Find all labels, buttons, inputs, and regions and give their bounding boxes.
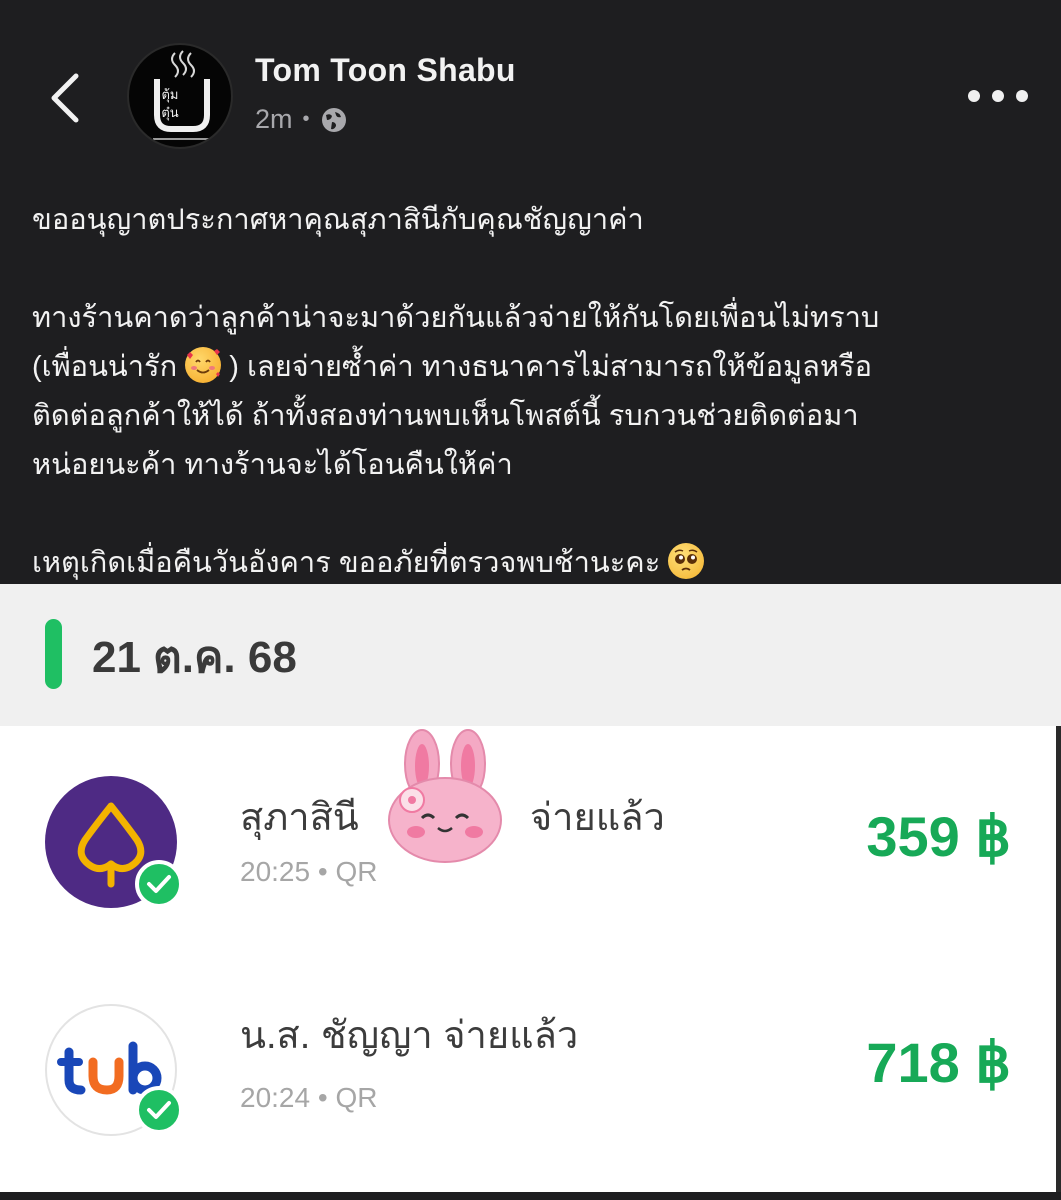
payment-method: QR (335, 856, 378, 887)
post-paragraph: ขออนุญาตประกาศหาคุณสุภาสินีกับคุณชัญญาค่… (32, 204, 644, 236)
date-accent-bar (45, 619, 62, 689)
bunny-sticker-icon (388, 729, 502, 863)
page-name[interactable]: Tom Toon Shabu (255, 52, 516, 89)
post-line: ทางร้านคาดว่าลูกค้าน่าจะมาด้วยกันแล้วจ่า… (32, 302, 880, 334)
back-button[interactable] (40, 68, 90, 128)
post-line: (เพื่อนน่ารัก ) เลยจ่ายซ้ำค่า ทางธนาคารไ… (32, 343, 1032, 392)
check-icon (135, 1086, 183, 1134)
payment-status: จ่ายแล้ว (529, 797, 665, 839)
more-options-button[interactable] (968, 80, 1028, 112)
facebook-post: ตุ้ม ตุ๋น Tom Toon Shabu 2m • ขออนุญาตปร… (0, 0, 1061, 584)
post-line: ติดต่อลูกค้าให้ได้ ถ้าทั้งสองท่านพบเห็นโ… (32, 400, 859, 432)
transaction-amount: 718 ฿ (866, 1031, 1011, 1094)
transaction-row[interactable]: สุภาสินี จ่ายแล้ว 20:25 • QR 359 ฿ (0, 726, 1061, 958)
transaction-amount: 359 ฿ (866, 805, 1011, 868)
screenshot-edge (0, 1192, 1061, 1200)
post-line: หน่อยนะค้า ทางร้านจะได้โอนคืนให้ค่า (32, 449, 513, 481)
screenshot-edge (1056, 726, 1061, 1200)
date-header: 21 ต.ค. 68 (0, 584, 1061, 726)
transaction-row[interactable]: น.ส. ชัญญา จ่ายแล้ว 20:24 • QR 718 ฿ (0, 956, 1061, 1188)
check-icon (135, 860, 183, 908)
meta-separator: • (317, 856, 336, 887)
meta-separator: • (302, 108, 310, 130)
transaction-time: 20:25 (240, 856, 311, 887)
payer-name: น.ส. ชัญญา จ่ายแล้ว (240, 1015, 579, 1057)
smiling-face-with-hearts-icon (185, 347, 222, 383)
page-avatar[interactable]: ตุ้ม ตุ๋น (127, 43, 233, 149)
transaction-time: 20:24 (240, 1082, 311, 1113)
more-dot (1016, 90, 1028, 102)
more-dot (968, 90, 980, 102)
post-body: ขออนุญาตประกาศหาคุณสุภาสินีกับคุณชัญญาค่… (32, 196, 1032, 588)
date-label: 21 ต.ค. 68 (92, 633, 297, 682)
payer-first-name: สุภาสินี (240, 797, 359, 839)
globe-icon (321, 107, 346, 132)
post-time[interactable]: 2m (255, 104, 293, 135)
post-line-part: เหตุเกิดเมื่อคืนวันอังคาร ขออภัยที่ตรวจพ… (32, 547, 661, 579)
post-meta: 2m • (255, 104, 348, 135)
payment-method: QR (335, 1082, 378, 1113)
pleading-face-icon (668, 543, 705, 579)
post-line-part: ) เลยจ่ายซ้ำค่า ทางธนาคารไม่สามารถให้ข้อ… (229, 351, 873, 383)
svg-text:ตุ๋น: ตุ๋น (161, 106, 178, 121)
post-line-part: (เพื่อนน่ารัก (32, 351, 178, 383)
chevron-left-icon (51, 73, 79, 123)
tomtoon-logo: ตุ้ม ตุ๋น (153, 50, 211, 140)
meta-separator: • (317, 1082, 336, 1113)
svg-text:ตุ้ม: ตุ้ม (161, 88, 178, 103)
payment-history-screenshot: 21 ต.ค. 68 สุภาสินี จ่ายแล้ว 20:25 • QR … (0, 584, 1061, 1200)
transaction-meta: 20:24 • QR (240, 1082, 377, 1114)
transaction-meta: 20:25 • QR (240, 856, 377, 888)
more-dot (992, 90, 1004, 102)
post-line: เหตุเกิดเมื่อคืนวันอังคาร ขออภัยที่ตรวจพ… (32, 539, 1032, 588)
